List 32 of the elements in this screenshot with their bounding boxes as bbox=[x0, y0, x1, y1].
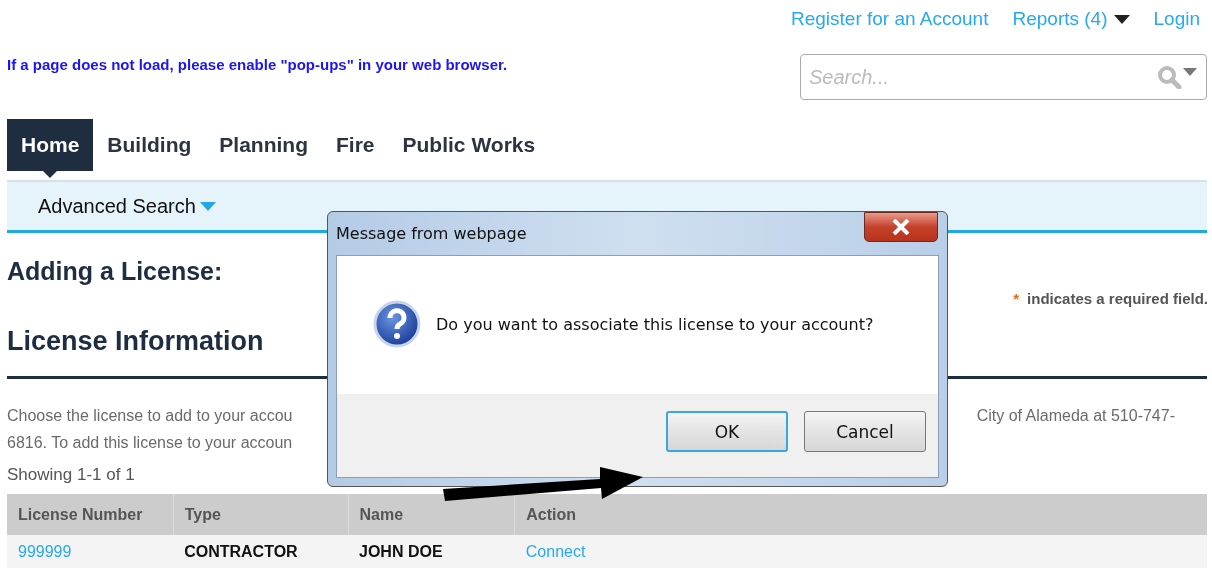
table-cell: CONTRACTOR bbox=[173, 535, 348, 568]
caret-icon bbox=[1113, 14, 1130, 24]
popup-notice: If a page does not load, please enable "pop-ups" in your web browser. bbox=[7, 56, 508, 73]
table-cell: JOHN DOE bbox=[348, 535, 515, 568]
search-icon[interactable] bbox=[1157, 65, 1199, 89]
column-header: Type bbox=[173, 494, 348, 535]
column-header: License Number bbox=[7, 494, 174, 535]
page-title: Adding a License: bbox=[6, 256, 223, 287]
search-field[interactable]: Search... bbox=[800, 54, 1207, 100]
question-icon bbox=[373, 300, 421, 348]
caret-icon bbox=[199, 201, 216, 211]
instructions-text: City of Alameda at 510-747- bbox=[976, 407, 1175, 426]
column-header: Action bbox=[514, 494, 1207, 535]
dialog-message: Do you want to associate this license to your account? bbox=[436, 314, 874, 334]
nav-tab[interactable]: Planning bbox=[205, 119, 322, 178]
column-header: Name bbox=[348, 494, 515, 535]
section-title: License Information bbox=[7, 326, 264, 358]
close-button[interactable] bbox=[864, 212, 938, 242]
nav-tab[interactable]: Public Works bbox=[388, 119, 550, 178]
results-count: Showing 1-1 of 1 bbox=[6, 465, 136, 486]
instructions-text: 6816. To add this license to your accoun bbox=[7, 434, 293, 451]
advanced-search-menu[interactable]: Advanced Search bbox=[38, 194, 216, 218]
dialog-button[interactable]: Cancel bbox=[804, 411, 926, 452]
nav-tab[interactable]: Fire bbox=[322, 119, 389, 178]
dialog-title: Message from webpage bbox=[336, 224, 527, 243]
nav-tab[interactable]: Building bbox=[93, 119, 206, 178]
required-marker: * bbox=[1013, 290, 1020, 309]
default-button[interactable]: OK bbox=[666, 411, 788, 452]
required-note: indicates a required field. bbox=[1027, 290, 1208, 309]
instructions-text: Choose the license to add to your accou bbox=[7, 407, 293, 426]
nav-tab[interactable]: Home bbox=[7, 119, 94, 178]
close-icon bbox=[892, 219, 910, 235]
